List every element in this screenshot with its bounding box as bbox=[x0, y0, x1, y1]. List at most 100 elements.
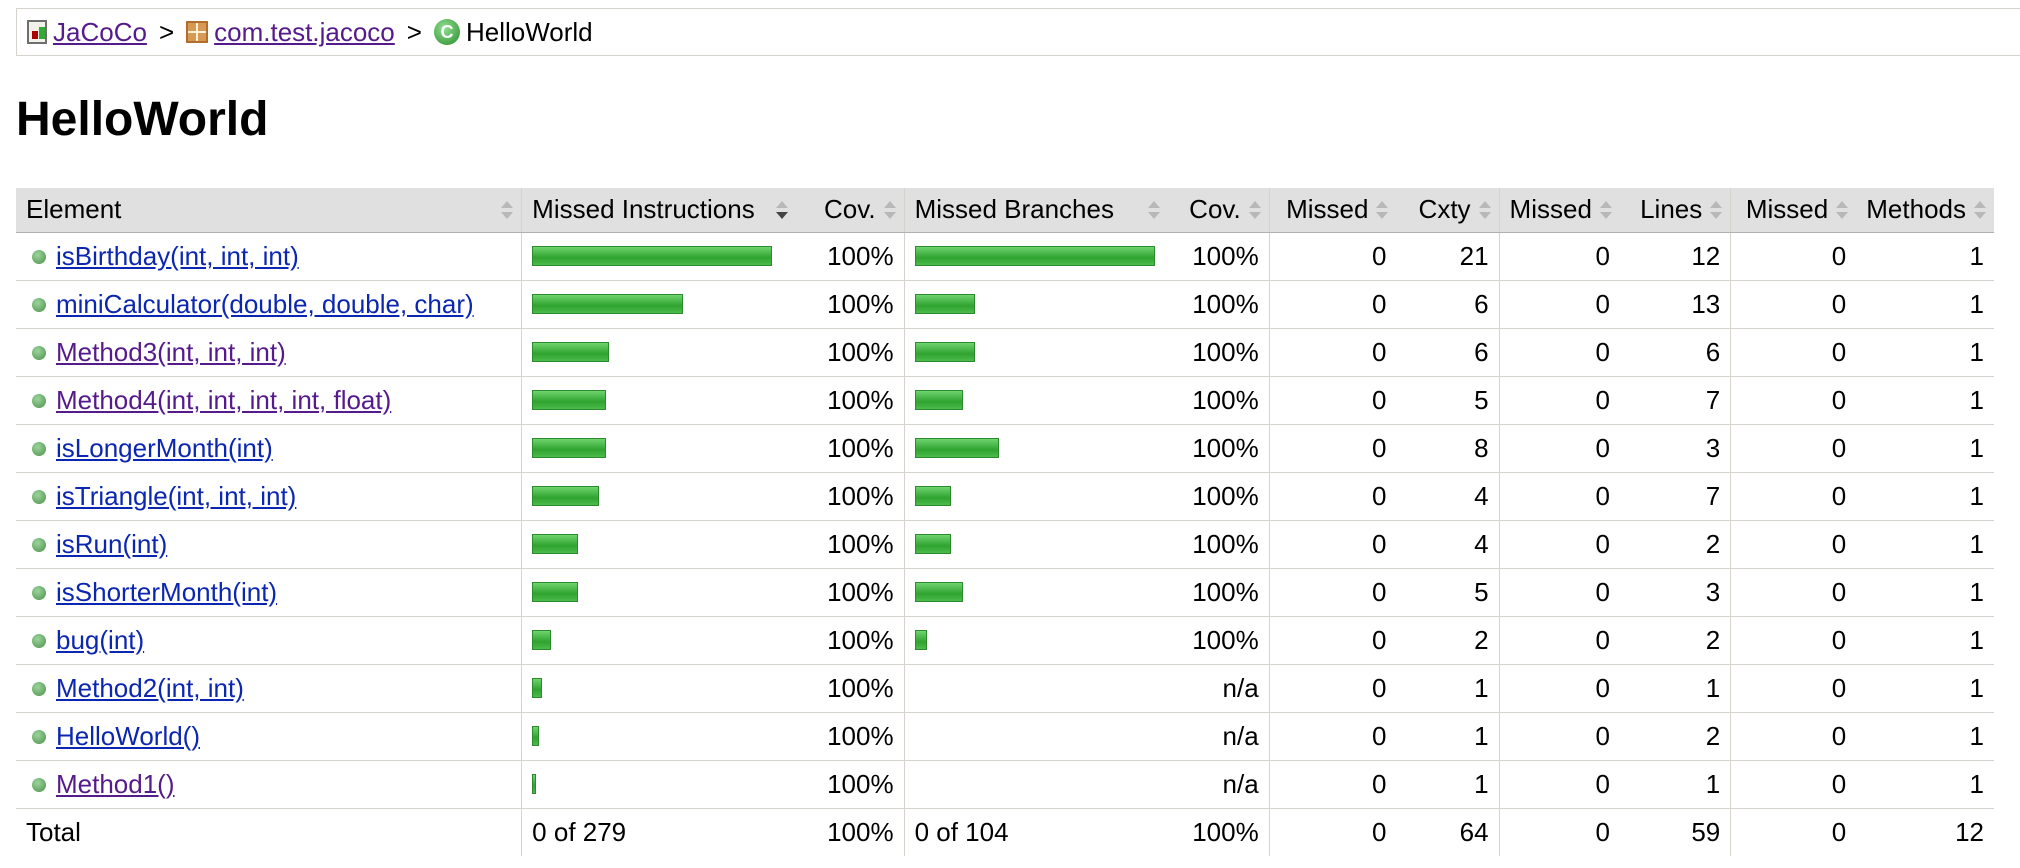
total-label: Total bbox=[26, 816, 81, 847]
method-link[interactable]: HelloWorld() bbox=[56, 721, 200, 752]
instructions-bar-cell bbox=[521, 664, 797, 713]
breadcrumb-current-label: HelloWorld bbox=[465, 16, 593, 47]
breadcrumb-package[interactable]: com.test.jacoco bbox=[186, 17, 395, 48]
complexity: 5 bbox=[1396, 376, 1500, 425]
header-complexity[interactable]: Cxty bbox=[1396, 188, 1500, 233]
branches-bar-cell bbox=[903, 376, 1169, 425]
header-branch-coverage[interactable]: Cov. bbox=[1168, 188, 1270, 233]
method-link[interactable]: Method3(int, int, int) bbox=[56, 337, 286, 368]
missed-methods: 0 bbox=[1730, 376, 1857, 425]
missed-complexity: 0 bbox=[1268, 616, 1397, 665]
branches-coverage-bar bbox=[914, 246, 1155, 266]
header-missed-complexity[interactable]: Missed bbox=[1268, 188, 1397, 233]
instruction-coverage: 100% bbox=[796, 664, 905, 713]
method-link[interactable]: Method4(int, int, int, int, float) bbox=[56, 385, 391, 416]
instruction-coverage: 100% bbox=[796, 280, 905, 329]
branches-bar-cell bbox=[903, 712, 1169, 761]
complexity: 6 bbox=[1396, 280, 1500, 329]
header-instruction-coverage-label: Cov. bbox=[824, 194, 876, 225]
missed-methods: 0 bbox=[1730, 328, 1857, 377]
class-icon: C bbox=[433, 19, 460, 45]
sort-icon bbox=[501, 200, 514, 219]
package-icon bbox=[186, 21, 209, 43]
instructions-bar-cell bbox=[521, 616, 797, 665]
missed-complexity: 0 bbox=[1268, 280, 1397, 329]
instruction-coverage: 100% bbox=[796, 472, 905, 521]
element-cell: isBirthday(int, int, int) bbox=[16, 232, 522, 281]
breadcrumb-root[interactable]: JaCoCo bbox=[27, 17, 147, 48]
sort-icon bbox=[1710, 200, 1723, 219]
header-missed-methods[interactable]: Missed bbox=[1730, 188, 1857, 233]
missed-lines: 0 bbox=[1498, 568, 1620, 617]
methods: 1 bbox=[1856, 472, 1994, 521]
header-missed-lines[interactable]: Missed bbox=[1498, 188, 1620, 233]
header-element-label: Element bbox=[26, 194, 122, 225]
header-missed-branches[interactable]: Missed Branches bbox=[903, 188, 1169, 233]
branches-coverage-bar bbox=[914, 294, 975, 314]
missed-complexity: 0 bbox=[1268, 760, 1397, 809]
header-missed-instructions[interactable]: Missed Instructions bbox=[521, 188, 797, 233]
element-cell: isTriangle(int, int, int) bbox=[16, 472, 522, 521]
missed-methods: 0 bbox=[1730, 232, 1857, 281]
complexity: 4 bbox=[1396, 520, 1500, 569]
method-link[interactable]: Method1() bbox=[56, 769, 175, 800]
header-branch-coverage-label: Cov. bbox=[1189, 194, 1241, 225]
method-dot-icon bbox=[32, 537, 46, 552]
instructions-bar-cell bbox=[521, 328, 797, 377]
branches-coverage-bar bbox=[914, 630, 927, 650]
method-dot-icon bbox=[32, 681, 46, 696]
table-row: Method3(int, int, int) 100% 100% 0 6 0 6 0 1 bbox=[16, 328, 1994, 377]
total-missed-complexity: 0 bbox=[1268, 808, 1397, 856]
complexity: 21 bbox=[1396, 232, 1500, 281]
method-link[interactable]: isBirthday(int, int, int) bbox=[56, 241, 299, 272]
missed-complexity: 0 bbox=[1268, 424, 1397, 473]
sort-desc-icon bbox=[776, 200, 789, 219]
element-cell: isLongerMonth(int) bbox=[16, 424, 522, 473]
methods: 1 bbox=[1856, 376, 1994, 425]
complexity: 6 bbox=[1396, 328, 1500, 377]
lines: 2 bbox=[1619, 520, 1731, 569]
method-link[interactable]: isRun(int) bbox=[56, 529, 167, 560]
instructions-bar-cell bbox=[521, 232, 797, 281]
branch-coverage: n/a bbox=[1168, 664, 1270, 713]
header-element[interactable]: Element bbox=[16, 188, 522, 233]
method-link[interactable]: bug(int) bbox=[56, 625, 144, 656]
header-missed-instructions-label: Missed Instructions bbox=[532, 194, 755, 225]
sort-icon bbox=[1836, 200, 1849, 219]
lines: 2 bbox=[1619, 616, 1731, 665]
branch-coverage: 100% bbox=[1168, 568, 1270, 617]
instructions-bar-cell bbox=[521, 472, 797, 521]
method-link[interactable]: isTriangle(int, int, int) bbox=[56, 481, 296, 512]
branches-bar-cell bbox=[903, 568, 1169, 617]
branch-coverage: 100% bbox=[1168, 328, 1270, 377]
method-link[interactable]: Method2(int, int) bbox=[56, 673, 244, 704]
methods: 1 bbox=[1856, 328, 1994, 377]
instructions-bar-cell bbox=[521, 280, 797, 329]
branches-coverage-bar bbox=[914, 342, 975, 362]
header-instruction-coverage[interactable]: Cov. bbox=[796, 188, 905, 233]
breadcrumb-root-link[interactable]: JaCoCo bbox=[53, 17, 147, 48]
complexity: 8 bbox=[1396, 424, 1500, 473]
instruction-coverage: 100% bbox=[796, 616, 905, 665]
missed-lines: 0 bbox=[1498, 424, 1620, 473]
missed-lines: 0 bbox=[1498, 328, 1620, 377]
header-methods[interactable]: Methods bbox=[1856, 188, 1994, 233]
missed-complexity: 0 bbox=[1268, 520, 1397, 569]
branches-bar-cell bbox=[903, 472, 1169, 521]
total-missed-methods: 0 bbox=[1730, 808, 1857, 856]
header-lines[interactable]: Lines bbox=[1619, 188, 1731, 233]
sort-icon bbox=[1376, 200, 1389, 219]
header-complexity-label: Cxty bbox=[1418, 194, 1471, 225]
method-dot-icon bbox=[32, 393, 46, 408]
branch-coverage: n/a bbox=[1168, 760, 1270, 809]
missed-lines: 0 bbox=[1498, 616, 1620, 665]
instructions-bar-cell bbox=[521, 712, 797, 761]
table-row: isRun(int) 100% 100% 0 4 0 2 0 1 bbox=[16, 520, 1994, 569]
breadcrumb-package-link[interactable]: com.test.jacoco bbox=[214, 17, 395, 48]
branches-bar-cell bbox=[903, 616, 1169, 665]
method-link[interactable]: isShorterMonth(int) bbox=[56, 577, 277, 608]
method-link[interactable]: isLongerMonth(int) bbox=[56, 433, 273, 464]
method-link[interactable]: miniCalculator(double, double, char) bbox=[56, 289, 474, 320]
element: Method4(int, int, int, int, float) bbox=[26, 385, 391, 416]
missed-methods: 0 bbox=[1730, 520, 1857, 569]
